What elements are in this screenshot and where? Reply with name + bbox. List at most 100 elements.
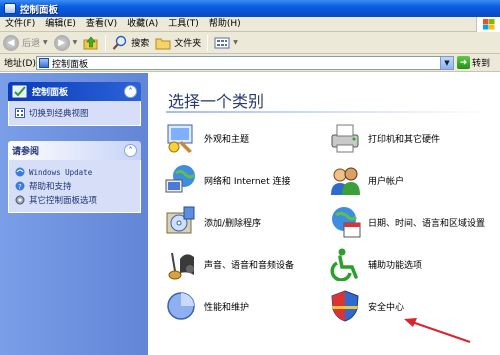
windows-logo (476, 17, 500, 32)
other-options-label: 其它控制面板选项 (29, 196, 98, 206)
chevron-down-icon: ▼ (233, 39, 238, 46)
back-button[interactable]: ◀ 后退 ▼ (0, 33, 51, 53)
menu-favorites[interactable]: 收藏(A) (122, 17, 163, 32)
toolbar-separator (105, 34, 107, 51)
switch-classic-view-label: 切换到经典视图 (29, 109, 89, 119)
category-label: 日期、时间、语言和区域设置 (368, 218, 486, 229)
forward-button[interactable]: ▶ ▼ (51, 33, 81, 53)
windows-update-link[interactable]: Windows Update (15, 165, 134, 179)
collapse-chevron-icon[interactable]: ˄ (124, 85, 137, 98)
toolbar: ◀ 后退 ▼ ▶ ▼ 搜索 文件夹 ▼ (0, 32, 500, 54)
main-content: 选择一个类别 外观和主题 网络和 Internet 连接 添加/删除程序 声音、… (148, 73, 500, 355)
add-remove-programs-icon (166, 206, 195, 234)
folders-button[interactable]: 文件夹 (152, 33, 204, 53)
menu-help[interactable]: 帮助(H) (204, 17, 246, 32)
gear-icon (15, 195, 25, 205)
chevron-down-icon: ▼ (72, 39, 78, 46)
see-also-panel-header[interactable]: 请参阅 ˄ (8, 141, 141, 160)
up-folder-button[interactable] (80, 33, 102, 53)
control-panel-small-icon (39, 58, 49, 68)
sound-icon (168, 252, 194, 280)
address-bar: 地址(D) 控制面板 ▼ ➜ 转到 (0, 54, 500, 72)
category-accessibility[interactable]: 辅助功能选项 (328, 244, 422, 284)
folders-icon (155, 38, 171, 49)
toolbar-separator (207, 34, 209, 51)
control-panel-panel-title: 控制面板 (32, 88, 69, 98)
category-network[interactable]: 网络和 Internet 连接 (164, 160, 290, 200)
title-bar[interactable]: 控制面板 (0, 0, 500, 17)
category-appearance[interactable]: 外观和主题 (164, 118, 249, 158)
go-label: 转到 (472, 59, 491, 69)
accessibility-icon (330, 248, 358, 281)
printer-icon (331, 124, 359, 153)
security-shield-icon (331, 290, 359, 322)
heading-divider (166, 111, 491, 113)
appearance-icon (167, 124, 193, 153)
category-label: 添加/删除程序 (204, 218, 262, 229)
search-label: 搜索 (131, 39, 150, 49)
address-dropdown-button[interactable]: ▼ (440, 57, 453, 69)
views-grid-icon (214, 37, 230, 48)
control-panel-panel: 控制面板 ˄ 切换到经典视图 (8, 82, 141, 126)
windows-update-icon (15, 167, 25, 177)
category-add-remove[interactable]: 添加/删除程序 (164, 202, 261, 242)
address-label: 地址(D) (4, 59, 36, 69)
menu-file[interactable]: 文件(F) (0, 17, 40, 32)
search-button[interactable]: 搜索 (109, 33, 152, 53)
date-time-icon (332, 207, 361, 238)
up-folder-icon (83, 36, 98, 49)
views-button[interactable]: ▼ (211, 33, 241, 53)
see-also-panel: 请参阅 ˄ Windows Update ? 帮助和支持 其它控制面板选项 (8, 141, 141, 213)
classic-view-icon (15, 108, 25, 118)
category-label: 辅助功能选项 (368, 260, 423, 271)
address-input[interactable]: 控制面板 ▼ (36, 56, 454, 70)
page-title: 选择一个类别 (168, 92, 265, 111)
category-label: 性能和维护 (204, 302, 250, 313)
category-label: 用户帐户 (368, 176, 405, 187)
help-icon: ? (15, 181, 25, 191)
windows-flag-icon (483, 19, 495, 30)
category-security-center[interactable]: 安全中心 (328, 286, 404, 326)
chevron-down-icon: ▼ (43, 39, 48, 46)
menu-edit[interactable]: 编辑(E) (40, 17, 81, 32)
category-user-accounts[interactable]: 用户帐户 (328, 160, 404, 200)
control-panel-header-icon (12, 85, 27, 97)
other-options-link[interactable]: 其它控制面板选项 (15, 193, 134, 207)
address-value: 控制面板 (52, 59, 89, 70)
menu-tools[interactable]: 工具(T) (163, 17, 204, 32)
menu-view[interactable]: 查看(V) (81, 17, 122, 32)
category-printers[interactable]: 打印机和其它硬件 (328, 118, 440, 158)
go-arrow-icon: ➜ (457, 56, 470, 69)
search-icon (112, 35, 127, 50)
menu-bar: 文件(F) 编辑(E) 查看(V) 收藏(A) 工具(T) 帮助(H) (0, 17, 500, 32)
category-label: 网络和 Internet 连接 (204, 176, 291, 187)
collapse-chevron-icon[interactable]: ˄ (124, 144, 137, 157)
back-label: 后退 (22, 39, 41, 49)
forward-arrow-icon: ▶ (53, 34, 70, 51)
windows-update-label: Windows Update (29, 167, 93, 177)
control-panel-icon (4, 3, 16, 14)
help-support-label: 帮助和支持 (29, 182, 72, 192)
task-pane: 控制面板 ˄ 切换到经典视图 请参阅 ˄ Windows Update ? 帮助… (0, 73, 148, 355)
category-label: 安全中心 (368, 302, 405, 313)
window-title: 控制面板 (20, 4, 59, 16)
category-label: 打印机和其它硬件 (368, 134, 441, 145)
category-performance[interactable]: 性能和维护 (164, 286, 249, 326)
go-button[interactable]: ➜ 转到 (457, 56, 490, 69)
category-sound[interactable]: 声音、语音和音频设备 (164, 244, 294, 284)
switch-classic-view-link[interactable]: 切换到经典视图 (15, 106, 134, 120)
control-panel-panel-body: 切换到经典视图 (8, 101, 141, 126)
see-also-panel-title: 请参阅 (12, 147, 40, 157)
svg-text:?: ? (18, 183, 22, 191)
category-date-time-language[interactable]: 日期、时间、语言和区域设置 (328, 202, 485, 242)
performance-icon (167, 292, 195, 320)
help-support-link[interactable]: ? 帮助和支持 (15, 179, 134, 193)
see-also-panel-body: Windows Update ? 帮助和支持 其它控制面板选项 (8, 160, 141, 213)
back-arrow-icon: ◀ (3, 34, 19, 51)
network-icon (165, 165, 196, 193)
control-panel-panel-header[interactable]: 控制面板 ˄ (8, 82, 141, 101)
folders-label: 文件夹 (174, 39, 202, 49)
category-label: 声音、语音和音频设备 (204, 260, 295, 271)
users-icon (331, 167, 360, 195)
category-label: 外观和主题 (204, 134, 250, 145)
